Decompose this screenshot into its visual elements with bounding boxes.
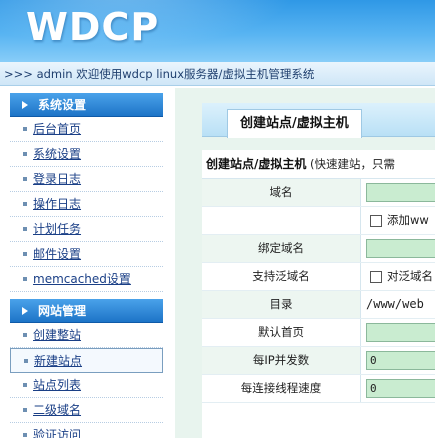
sidebar-link[interactable]: 创建整站 xyxy=(33,328,81,342)
row-domain: 域名 xyxy=(202,179,435,207)
header-banner: WDCP xyxy=(0,0,435,62)
sidebar-item-memcached[interactable]: memcached设置 xyxy=(10,267,163,292)
domain-label: 域名 xyxy=(269,185,293,199)
bind-domain-field-cell xyxy=(360,235,435,262)
form-title-note: (快速建站，只需 xyxy=(310,157,396,171)
wildcard-field-cell: 对泛域名 xyxy=(360,263,435,290)
bullet-icon xyxy=(23,252,27,256)
per-ip-label: 每IP并发数 xyxy=(252,353,310,367)
sidebar-section-sites[interactable]: 网站管理 xyxy=(10,299,163,323)
bind-domain-input[interactable] xyxy=(366,239,435,258)
bullet-icon xyxy=(23,333,27,337)
per-ip-input[interactable]: 0 xyxy=(366,351,435,370)
row-default-index: 默认首页 xyxy=(202,319,435,347)
bullet-icon xyxy=(23,408,27,412)
sidebar-item-mail-settings[interactable]: 邮件设置 xyxy=(10,242,163,267)
arrow-right-icon xyxy=(22,307,28,315)
create-site-form: 创建站点/虚拟主机 (快速建站，只需 域名 添加ww 绑定域名 支持泛域名 对泛… xyxy=(202,150,435,438)
sidebar-item-subdomain[interactable]: 二级域名 xyxy=(10,398,163,423)
tab-bar: 创建站点/虚拟主机 xyxy=(202,103,435,138)
form-title: 创建站点/虚拟主机 (快速建站，只需 xyxy=(202,150,435,179)
sidebar-link[interactable]: 系统设置 xyxy=(33,147,81,161)
speed-field-cell: 0 xyxy=(360,375,435,402)
bullet-icon xyxy=(23,227,27,231)
sidebar-item-create-full-site[interactable]: 创建整站 xyxy=(10,323,163,348)
section-title: 网站管理 xyxy=(38,304,87,318)
sidebar-link[interactable]: memcached设置 xyxy=(33,272,131,286)
add-www-field-cell: 添加ww xyxy=(360,207,435,234)
sidebar-link[interactable]: 二级域名 xyxy=(33,403,81,417)
main-panel: 创建站点/虚拟主机 创建站点/虚拟主机 (快速建站，只需 域名 添加ww 绑定域… xyxy=(175,88,435,438)
sidebar-link[interactable]: 验证访问 xyxy=(33,428,81,438)
sidebar-link[interactable]: 计划任务 xyxy=(33,222,81,236)
speed-label: 每连接线程速度 xyxy=(240,381,322,395)
bullet-icon xyxy=(24,359,28,363)
wildcard-checkbox[interactable] xyxy=(370,271,382,283)
bullet-icon xyxy=(23,152,27,156)
default-index-field-cell xyxy=(360,319,435,346)
directory-label: 目录 xyxy=(269,297,293,311)
default-index-label: 默认首页 xyxy=(258,325,304,339)
row-bind-domain: 绑定域名 xyxy=(202,235,435,263)
tab-create-site[interactable]: 创建站点/虚拟主机 xyxy=(227,109,362,138)
sidebar-item-operation-log[interactable]: 操作日志 xyxy=(10,192,163,217)
add-www-checkbox-label: 添加ww xyxy=(387,213,429,227)
welcome-bar: >>> admin 欢迎使用wdcp linux服务器/虚拟主机管理系统 xyxy=(0,62,435,86)
sidebar-item-site-list[interactable]: 站点列表 xyxy=(10,373,163,398)
sidebar-item-system-settings[interactable]: 系统设置 xyxy=(10,142,163,167)
add-www-checkbox[interactable] xyxy=(370,215,382,227)
domain-field-cell xyxy=(360,179,435,206)
form-title-bold: 创建站点/虚拟主机 xyxy=(206,157,307,171)
wildcard-label: 支持泛域名 xyxy=(252,269,310,283)
bullet-icon xyxy=(23,433,27,437)
sidebar-item-login-log[interactable]: 登录日志 xyxy=(10,167,163,192)
directory-field-cell: /www/web xyxy=(360,291,435,318)
per-ip-field-cell: 0 xyxy=(360,347,435,374)
directory-value: /www/web xyxy=(366,297,424,311)
sidebar: 系统设置 后台首页 系统设置 登录日志 操作日志 计划任务 邮件设置 memca… xyxy=(10,93,163,438)
bullet-icon xyxy=(23,127,27,131)
bullet-icon xyxy=(23,202,27,206)
bullet-icon xyxy=(23,383,27,387)
add-www-label xyxy=(202,207,360,234)
sidebar-link[interactable]: 操作日志 xyxy=(33,197,81,211)
arrow-right-icon xyxy=(22,101,28,109)
row-add-www: 添加ww xyxy=(202,207,435,235)
logo: WDCP xyxy=(26,5,160,49)
wildcard-checkbox-label: 对泛域名 xyxy=(387,269,433,283)
sidebar-link[interactable]: 登录日志 xyxy=(33,172,81,186)
row-directory: 目录 /www/web xyxy=(202,291,435,319)
bind-domain-label: 绑定域名 xyxy=(258,241,304,255)
section-title: 系统设置 xyxy=(38,98,87,112)
bullet-icon xyxy=(23,277,27,281)
row-per-ip: 每IP并发数 0 xyxy=(202,347,435,375)
sidebar-section-system[interactable]: 系统设置 xyxy=(10,93,163,117)
speed-input[interactable]: 0 xyxy=(366,379,435,398)
sidebar-link[interactable]: 后台首页 xyxy=(33,122,81,136)
sidebar-item-auth-access[interactable]: 验证访问 xyxy=(10,423,163,438)
row-wildcard: 支持泛域名 对泛域名 xyxy=(202,263,435,291)
sidebar-item-admin-home[interactable]: 后台首页 xyxy=(10,117,163,142)
row-speed: 每连接线程速度 0 xyxy=(202,375,435,403)
sidebar-item-new-site[interactable]: 新建站点 xyxy=(10,348,163,373)
bullet-icon xyxy=(23,177,27,181)
sidebar-link[interactable]: 新建站点 xyxy=(34,354,82,368)
sidebar-item-scheduled-tasks[interactable]: 计划任务 xyxy=(10,217,163,242)
sidebar-link[interactable]: 站点列表 xyxy=(33,378,81,392)
default-index-input[interactable] xyxy=(366,323,435,342)
domain-input[interactable] xyxy=(366,183,435,202)
sidebar-link[interactable]: 邮件设置 xyxy=(33,247,81,261)
